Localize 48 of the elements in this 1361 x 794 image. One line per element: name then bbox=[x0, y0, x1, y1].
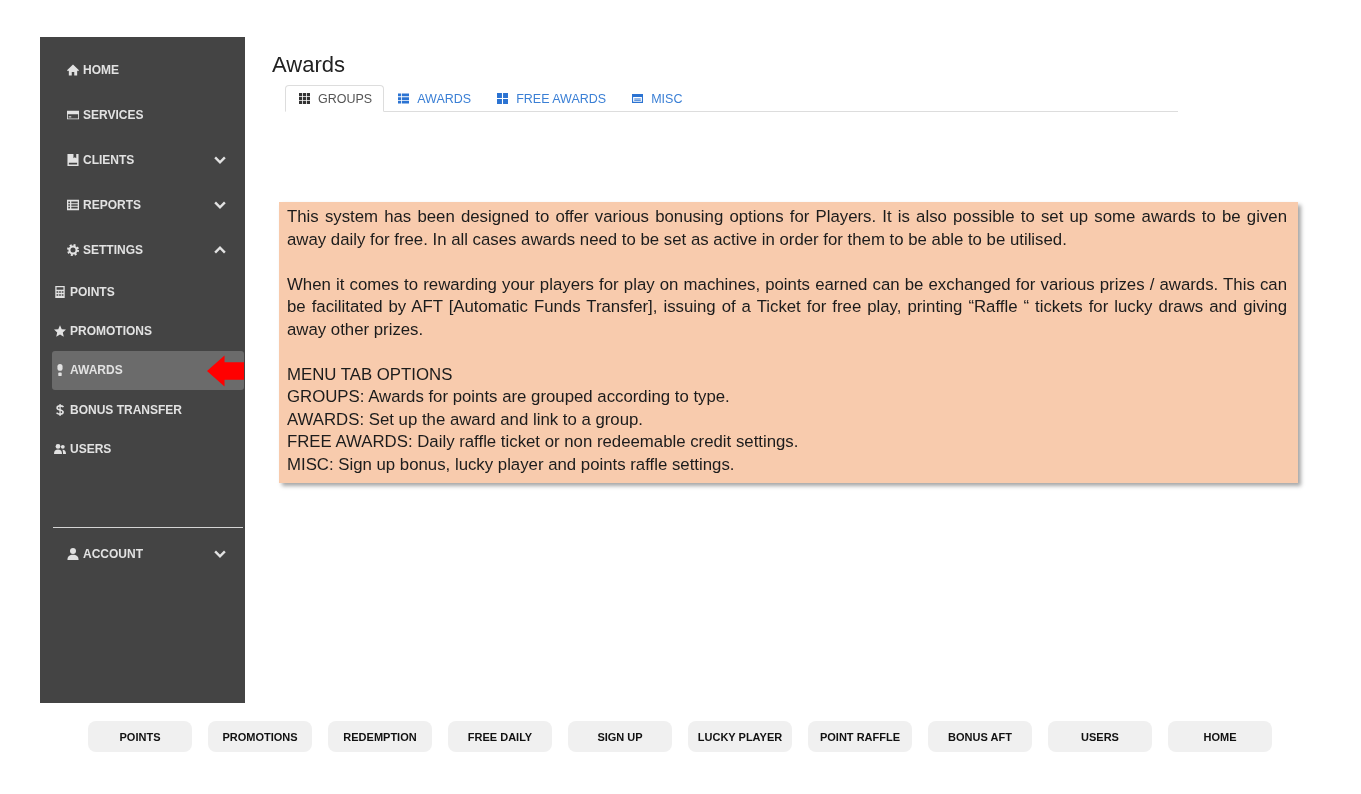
nav-item[interactable]: USERS bbox=[52, 429, 244, 469]
page-title: Awards bbox=[272, 52, 345, 78]
nav-item[interactable]: BONUS TRANSFER bbox=[52, 389, 244, 430]
nav-item[interactable]: REPORTS bbox=[40, 182, 245, 227]
tab[interactable]: MISC bbox=[618, 85, 695, 112]
grid-icon bbox=[497, 93, 509, 104]
dollar-icon bbox=[54, 403, 66, 416]
tab[interactable]: FREE AWARDS bbox=[483, 85, 619, 112]
nav-button[interactable]: POINT RAFFLE bbox=[808, 721, 912, 752]
book-icon bbox=[67, 153, 79, 166]
nav-item[interactable]: POINTS bbox=[52, 272, 244, 312]
list-line: FREE AWARDS: Daily raffle ticket or non redeemable credit settings. bbox=[287, 431, 800, 453]
list-icon bbox=[67, 198, 79, 211]
nav-item[interactable]: PROMOTIONS bbox=[52, 311, 244, 351]
account-menu[interactable]: ACCOUNT bbox=[40, 532, 245, 577]
star-icon bbox=[54, 324, 66, 337]
settings-icon bbox=[67, 243, 79, 256]
window-icon bbox=[632, 93, 644, 104]
nav-button[interactable]: PROMOTIONS bbox=[208, 721, 312, 752]
paragraph: When it comes to rewarding your players for play on machines, points earned can be exchanged for various prizes / awards. This can be facilitated by AFT [Automatic Funds Transfer], issuing of a Ticket for free play, printing “Raffle “ tickets for lucky draws and giving away other prizes. bbox=[287, 273, 1287, 341]
list-line: AWARDS: Set up the award and link to a group. bbox=[287, 408, 644, 431]
card-icon bbox=[67, 108, 79, 121]
nav-button[interactable]: BONUS AFT bbox=[928, 721, 1032, 752]
nav-button[interactable]: FREE DAILY bbox=[448, 721, 552, 752]
nav-button[interactable]: SIGN UP bbox=[568, 721, 672, 752]
nav-button[interactable]: USERS bbox=[1048, 721, 1152, 752]
nav-item[interactable]: SETTINGS bbox=[40, 227, 245, 272]
tab[interactable]: AWARDS bbox=[384, 85, 484, 112]
nav-item[interactable]: HOME bbox=[40, 47, 245, 92]
tab[interactable]: GROUPS bbox=[285, 85, 385, 112]
nav-item[interactable]: CLIENTS bbox=[40, 137, 245, 182]
person-icon bbox=[67, 548, 79, 561]
list-heading: MENU TAB OPTIONS bbox=[287, 363, 454, 386]
paragraph: This system has been designed to offer various bonusing options for Players. It is also possible to set up some awards to be given away daily for free. In all cases awards need to be set as active in order for them to be able to be utilised. bbox=[287, 206, 1287, 251]
list-line: MISC: Sign up bonus, lucky player and points raffle settings. bbox=[287, 453, 736, 476]
arrow-left-icon bbox=[207, 354, 244, 387]
users-icon bbox=[54, 442, 66, 455]
nav-button[interactable]: REDEMPTION bbox=[328, 721, 432, 752]
grid-icon bbox=[299, 93, 310, 104]
home-icon bbox=[67, 63, 79, 76]
nav-button[interactable]: LUCKY PLAYER bbox=[688, 721, 792, 752]
exclamation-icon bbox=[54, 364, 66, 377]
nav-item[interactable]: SERVICES bbox=[40, 92, 245, 137]
nav-button[interactable]: HOME bbox=[1168, 721, 1272, 752]
nav-button[interactable]: POINTS bbox=[88, 721, 192, 752]
list-line: GROUPS: Awards for points are grouped according to type. bbox=[287, 386, 731, 408]
list-icon bbox=[398, 93, 410, 104]
calculator-icon bbox=[54, 285, 66, 298]
